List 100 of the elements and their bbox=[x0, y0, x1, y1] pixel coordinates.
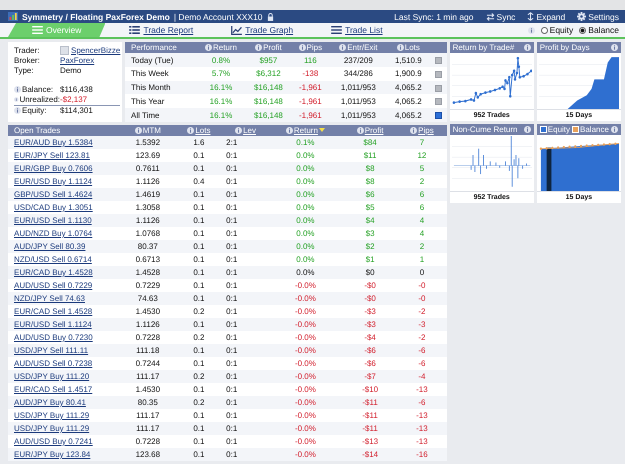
info-icon bbox=[255, 44, 262, 51]
profile-link[interactable]: PaxForex bbox=[60, 56, 94, 65]
table-cell: -16 bbox=[397, 448, 447, 461]
column-header: Return bbox=[196, 42, 246, 54]
table-cell: $16,148 bbox=[246, 80, 292, 94]
table-cell: -$6 bbox=[342, 344, 398, 357]
table-cell: 0.0% bbox=[268, 227, 343, 240]
table-cell: 0:1 bbox=[223, 227, 268, 240]
table-cell: -2 bbox=[397, 331, 447, 344]
table-cell: 0.0% bbox=[268, 214, 343, 227]
trade-link[interactable]: EUR/CAD Sell 1.4517 bbox=[14, 385, 92, 394]
table-cell: -0.0% bbox=[268, 409, 343, 422]
column-header[interactable]: Lots bbox=[174, 125, 224, 136]
toolbar-button[interactable]: Expand bbox=[519, 12, 566, 22]
table-cell: 7 bbox=[397, 136, 447, 149]
trade-link[interactable]: EUR/CAD Sell 1.4528 bbox=[14, 307, 92, 316]
table-cell: 0.1 bbox=[174, 240, 224, 253]
field-value: Demo bbox=[60, 66, 82, 75]
table-cell: $6,312 bbox=[246, 67, 292, 81]
table-cell: 4 bbox=[397, 214, 447, 227]
table-cell: 0:1 bbox=[223, 149, 268, 162]
table-cell: -$13 bbox=[342, 435, 398, 448]
table-cell: 74.63 bbox=[121, 292, 175, 305]
table-cell: -3 bbox=[397, 318, 447, 331]
area-chart-drawing bbox=[567, 57, 619, 109]
toolbar-button[interactable]: Sync bbox=[478, 12, 516, 22]
table-cell: 0.0% bbox=[268, 149, 343, 162]
trade-link[interactable]: NZD/USD Sell 0.6714 bbox=[14, 255, 92, 264]
column-header: MTM bbox=[121, 125, 175, 136]
table-cell: $1 bbox=[342, 253, 398, 266]
legend-label: Equity bbox=[548, 125, 570, 134]
trade-link[interactable]: AUD/USD Sell 0.7238 bbox=[14, 359, 92, 368]
trade-link[interactable]: EUR/USD Buy 1.1124 bbox=[14, 177, 92, 186]
toolbar-button[interactable]: Settings bbox=[569, 12, 619, 22]
table-cell: 0:1 bbox=[223, 344, 268, 357]
column-header[interactable]: Lev bbox=[223, 125, 268, 136]
info-icon bbox=[187, 126, 194, 134]
table-cell: This Week bbox=[125, 67, 196, 81]
tab[interactable]: Trade Report bbox=[115, 23, 208, 37]
table-cell: -0.0% bbox=[268, 279, 343, 292]
table-cell: This Year bbox=[125, 94, 196, 108]
sync-status: Last Sync: 1 min ago bbox=[394, 12, 474, 22]
table-cell: 0:1 bbox=[223, 357, 268, 370]
list-icon bbox=[331, 26, 342, 34]
table-cell: -0.0% bbox=[268, 396, 343, 409]
table-cell: -1,961 bbox=[291, 108, 330, 122]
radio-button[interactable]: Equity bbox=[540, 25, 574, 35]
radio-button[interactable]: Balance bbox=[579, 25, 619, 35]
table-cell: -0.0% bbox=[268, 318, 343, 331]
table-cell: -13 bbox=[397, 435, 447, 448]
info-icon bbox=[204, 44, 212, 51]
chart-title: Profit by Days bbox=[540, 43, 590, 52]
table-cell: All Time bbox=[125, 108, 196, 122]
field-label: Unrealized: bbox=[20, 95, 60, 104]
column-header[interactable]: Return bbox=[268, 125, 343, 136]
column-header[interactable]: Pips bbox=[397, 125, 447, 136]
table-cell: 1 bbox=[397, 253, 447, 266]
table-cell: 5 bbox=[397, 162, 447, 175]
info-icon bbox=[134, 126, 142, 134]
trade-link[interactable]: AUD/USD Sell 0.7229 bbox=[14, 281, 92, 290]
trade-link[interactable]: AUD/USD Buy 0.7230 bbox=[14, 333, 93, 342]
table-cell: 1.4530 bbox=[121, 383, 175, 396]
table-cell: 0:1 bbox=[223, 201, 268, 214]
trade-link[interactable]: AUD/NZD Buy 1.0764 bbox=[14, 229, 92, 238]
field-value: -$2,137 bbox=[60, 95, 88, 104]
trade-link[interactable]: AUD/USD Buy 0.7241 bbox=[14, 437, 93, 446]
column-header[interactable]: Profit bbox=[342, 125, 398, 136]
tab[interactable]: Trade Graph bbox=[217, 23, 308, 37]
table-cell: 0.0% bbox=[268, 240, 343, 253]
table-cell: $16,148 bbox=[246, 94, 292, 108]
table-cell: -0.0% bbox=[268, 448, 343, 461]
field-value: $114,301 bbox=[60, 106, 93, 115]
sync-icon bbox=[486, 12, 495, 20]
trade-link[interactable]: USD/CAD Buy 1.3051 bbox=[14, 203, 93, 212]
table-cell: -$11 bbox=[342, 409, 398, 422]
info-icon bbox=[528, 26, 535, 34]
table-cell: 0.1 bbox=[174, 292, 224, 305]
field-label: Broker: bbox=[14, 56, 41, 65]
table-cell: -0.0% bbox=[268, 422, 343, 435]
table-cell: -0.0% bbox=[268, 370, 343, 383]
table-cell: 0.8% bbox=[196, 53, 246, 68]
table-cell: $4 bbox=[342, 214, 398, 227]
field-label: Equity: bbox=[22, 106, 46, 115]
trade-link[interactable]: USD/JPY Buy 111.29 bbox=[14, 411, 90, 420]
info-icon bbox=[339, 44, 346, 51]
table-cell: 1,011/953 bbox=[330, 94, 388, 108]
table-cell: 2 bbox=[397, 175, 447, 188]
floppy-icon[interactable] bbox=[434, 112, 442, 119]
account-name: | Demo Account XXX10 bbox=[174, 12, 263, 22]
trade-link[interactable]: EUR/JPY Sell 123.81 bbox=[14, 151, 90, 160]
table-cell: 16.1% bbox=[196, 80, 246, 94]
chart-title: Return by Trade# bbox=[452, 43, 514, 52]
table-cell: -0.0% bbox=[268, 383, 343, 396]
table-cell: 0.7611 bbox=[121, 162, 175, 175]
field-label: Balance: bbox=[22, 85, 54, 94]
table-cell: 0.1 bbox=[174, 149, 224, 162]
info-icon bbox=[356, 126, 364, 134]
table-cell: 1,011/953 bbox=[330, 108, 388, 122]
tab[interactable]: Trade List bbox=[317, 23, 397, 37]
profile-link[interactable]: SpencerBizze bbox=[71, 46, 120, 55]
